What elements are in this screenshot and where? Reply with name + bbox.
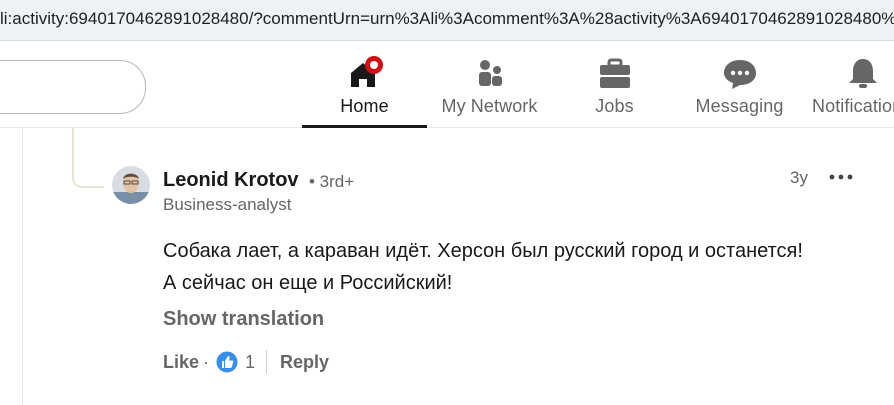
show-translation-button[interactable]: Show translation: [163, 308, 324, 331]
people-icon: [478, 60, 502, 86]
bell-icon: [849, 59, 877, 88]
comment-thread: Leonid Krotov • 3rd+ Business-analyst 3y…: [0, 128, 894, 405]
comment-line-2: А сейчас он еще и Российский!: [163, 272, 453, 294]
comment-body: Собака лает, а караван идёт. Херсон был …: [163, 235, 883, 299]
thumbs-up-icon[interactable]: [215, 350, 239, 374]
nav-jobs-label: Jobs: [595, 96, 634, 116]
separator-dot: ·: [203, 352, 209, 372]
reply-button[interactable]: Reply: [280, 352, 329, 373]
home-icon: [350, 56, 383, 87]
search-input[interactable]: [0, 60, 146, 114]
nav-notifications-label: Notifications: [812, 96, 894, 116]
nav-messaging-label: Messaging: [695, 96, 784, 116]
nav-notifications[interactable]: Notifications: [802, 41, 894, 127]
like-button[interactable]: Like: [163, 352, 199, 373]
nav-home-label: Home: [340, 96, 389, 116]
chat-bubble-icon: [723, 60, 756, 89]
ellipsis-icon[interactable]: [826, 166, 856, 188]
comment-timestamp: 3y: [790, 168, 808, 187]
avatar-photo: [112, 166, 150, 204]
browser-address-bar[interactable]: li:activity:6940170462891028480/?comment…: [0, 0, 894, 41]
comment-author-name[interactable]: Leonid Krotov: [163, 169, 299, 192]
top-navigation: Home My Network Jobs Messaging Notificat…: [0, 41, 894, 128]
nav-my-network[interactable]: My Network: [427, 41, 552, 127]
author-headline: Business-analyst: [163, 195, 292, 214]
feed-border: [22, 128, 23, 405]
nav-messaging[interactable]: Messaging: [677, 41, 802, 127]
page: li:activity:6940170462891028480/?comment…: [0, 0, 894, 405]
comment-line-1: Собака лает, а караван идёт. Херсон был …: [163, 240, 803, 262]
nav-my-network-label: My Network: [441, 96, 538, 116]
briefcase-icon: [599, 58, 630, 88]
url-text[interactable]: li:activity:6940170462891028480/?comment…: [0, 9, 894, 29]
actions-divider: [266, 350, 267, 374]
thread-connector: [72, 128, 104, 188]
avatar[interactable]: [112, 166, 150, 204]
nav-jobs[interactable]: Jobs: [552, 41, 677, 127]
nav-home[interactable]: Home: [302, 41, 427, 128]
reaction-count[interactable]: 1: [245, 352, 255, 373]
connection-degree: • 3rd+: [309, 172, 355, 191]
